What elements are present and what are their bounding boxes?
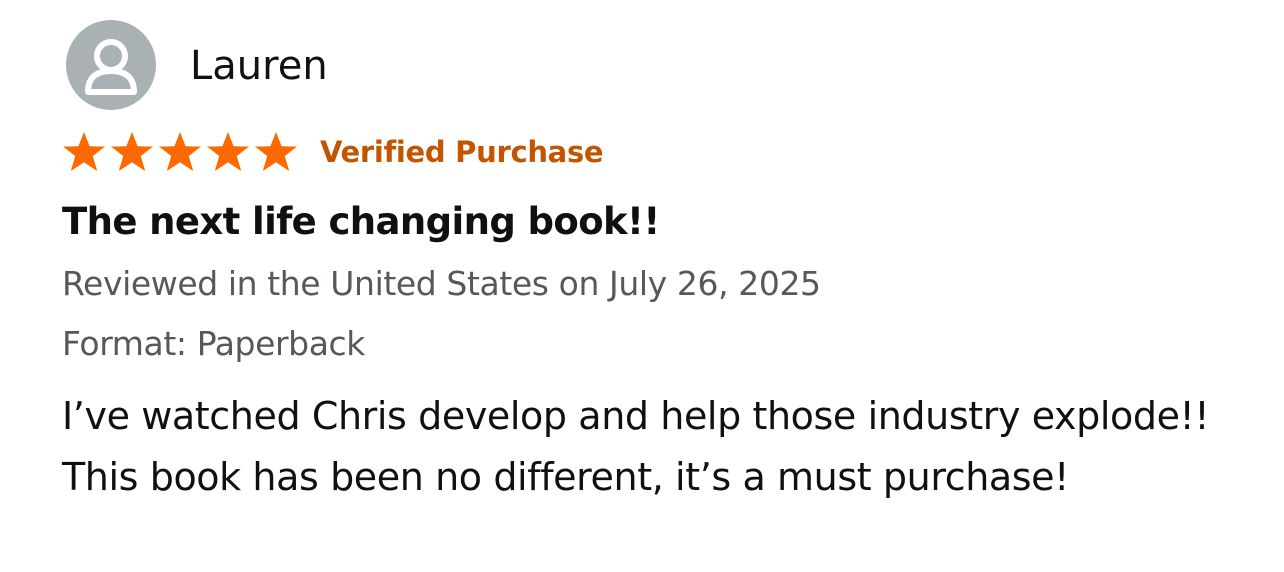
star-icon <box>255 132 297 171</box>
reviewer-name[interactable]: Lauren <box>190 40 328 92</box>
star-icon <box>111 132 153 171</box>
default-user-icon <box>85 39 137 95</box>
star-icon <box>63 132 105 171</box>
star-rating <box>60 130 300 174</box>
product-format: Format: Paperback <box>62 324 365 363</box>
review-date: Reviewed in the United States on July 26… <box>62 264 821 303</box>
customer-review: Lauren Verified Purchase The next life c… <box>0 0 1284 572</box>
review-title[interactable]: The next life changing book!! <box>62 196 660 248</box>
verified-purchase-badge: Verified Purchase <box>320 135 604 169</box>
reviewer-avatar[interactable] <box>66 20 156 110</box>
review-body: I’ve watched Chris develop and help thos… <box>62 394 1210 499</box>
star-icon <box>159 132 201 171</box>
star-icon <box>207 132 249 171</box>
